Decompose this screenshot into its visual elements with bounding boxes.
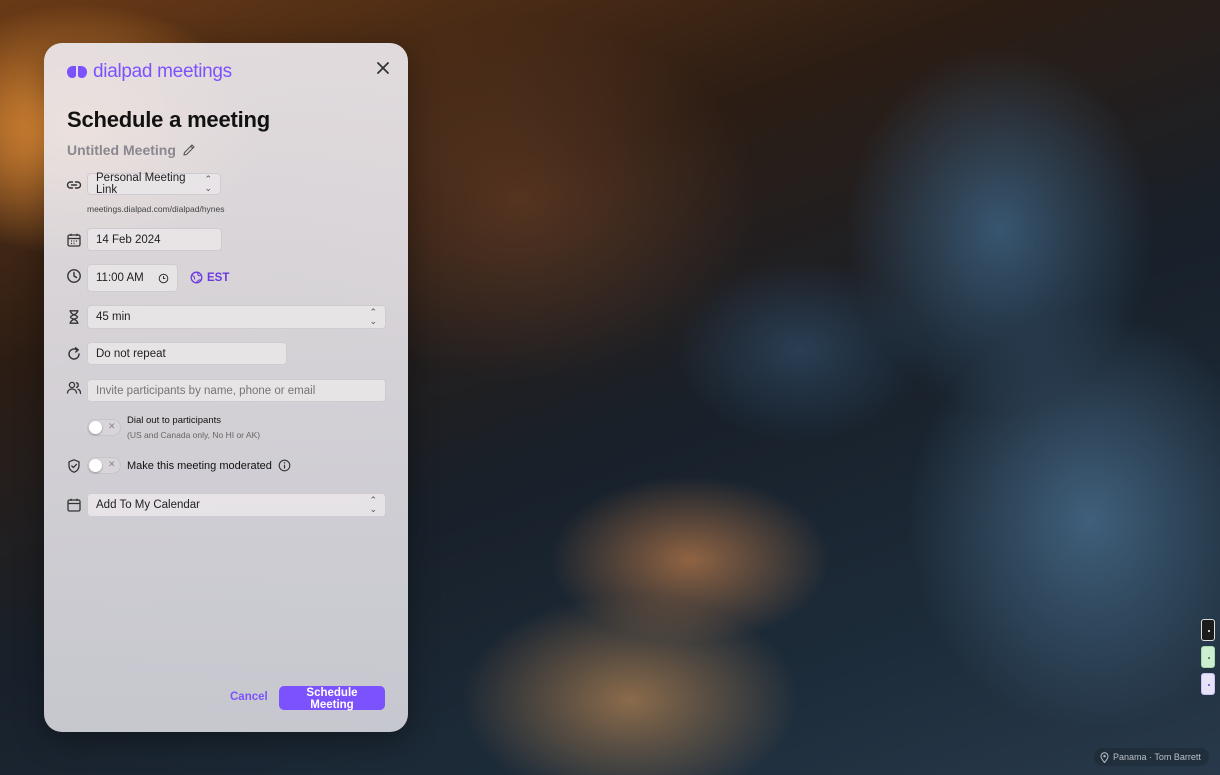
dial-out-toggle[interactable]: ✕ [87,419,121,436]
meeting-link-select[interactable]: Personal Meeting Link ⌃ ⌄ [87,172,221,196]
moderated-toggle[interactable]: ✕ [87,457,121,474]
duration-select-value: 45 min [96,311,131,323]
moderated-label: Make this meeting moderated [127,459,272,472]
link-icon [66,181,82,189]
toggle-off-icon: ✕ [108,421,116,431]
calendar-icon [67,498,81,512]
chevron-updown-icon: ⌃ ⌄ [369,307,377,326]
toggle-knob [89,459,102,472]
timezone-selector[interactable]: EST [190,271,229,284]
pencil-icon[interactable] [182,143,196,157]
date-input-value: 14 Feb 2024 [96,233,161,246]
calendar-icon [67,233,81,247]
chevron-updown-icon: ⌃ ⌄ [369,495,377,514]
repeat-select-value: Do not repeat [96,347,166,360]
meeting-link-url: meetings.dialpad.com/dialpad/hynes [87,204,225,214]
side-tab-2[interactable] [1201,646,1215,668]
meeting-name-text: Untitled Meeting [67,142,176,158]
repeat-icon [68,347,80,360]
meeting-name[interactable]: Untitled Meeting [67,142,196,158]
side-tab-3[interactable] [1201,673,1215,695]
date-input[interactable]: 14 Feb 2024 [87,228,222,251]
logo-wordmark: dialpad meetings [93,61,232,82]
calendar-select[interactable]: Add To My Calendar ⌃ ⌄ [87,493,386,517]
dial-out-note: (US and Canada only, No HI or AK) [127,430,261,440]
calendar-select-value: Add To My Calendar [96,499,200,511]
timezone-label: EST [207,271,230,284]
duration-select[interactable]: 45 min ⌃ ⌄ [87,305,386,329]
close-icon [377,62,389,74]
info-icon[interactable] [278,459,291,472]
participants-icon [66,381,82,395]
dialpad-logo-icon [67,66,87,78]
toggle-knob [89,421,102,434]
toggle-off-icon: ✕ [108,459,116,469]
dial-out-label: Dial out to participants [127,415,221,426]
time-picker-icon[interactable] [158,273,169,284]
schedule-meeting-button[interactable]: Schedule Meeting [279,686,385,711]
dialpad-meetings-logo: dialpad meetings [66,61,232,83]
side-tab-1[interactable] [1201,619,1215,641]
globe-icon [190,271,203,284]
shield-icon [68,459,80,473]
time-input[interactable]: 11:00 AM [87,264,178,292]
repeat-select[interactable]: Do not repeat [87,342,287,365]
time-input-value: 11:00 AM [96,272,144,284]
photo-credit[interactable]: Panama · Tom Barrett [1094,748,1209,766]
photo-credit-text: Panama · Tom Barrett [1113,752,1201,762]
clock-icon [67,269,81,283]
cancel-button[interactable]: Cancel [230,691,268,703]
moderated-label-group: Make this meeting moderated [127,459,291,472]
chevron-updown-icon: ⌃ ⌄ [204,174,212,193]
close-button[interactable] [374,59,392,77]
meeting-link-select-value: Personal Meeting Link [96,172,186,196]
dial-out-label-group: Dial out to participants (US and Canada … [127,415,260,440]
participants-input[interactable] [87,379,386,402]
location-pin-icon [1100,751,1109,763]
dialog-title: Schedule a meeting [67,107,271,132]
hourglass-icon [69,310,79,324]
schedule-meeting-panel: dialpad meetings Schedule a meeting Unti… [44,43,408,732]
